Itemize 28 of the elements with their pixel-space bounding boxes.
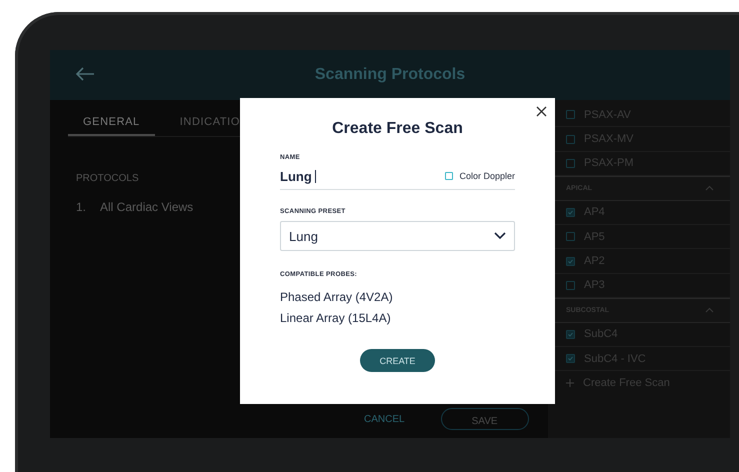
cancel-button[interactable]: CANCEL — [358, 412, 411, 426]
probe-name: Linear Array (15L4A) — [280, 311, 392, 325]
chevron-down-icon — [494, 232, 506, 240]
create-button[interactable]: CREATE — [360, 349, 435, 372]
section-heading: PROTOCOLS — [76, 173, 139, 184]
protocol-item[interactable]: All Cardiac Views — [100, 200, 194, 214]
color-doppler-checkbox[interactable]: Color Doppler — [445, 171, 515, 181]
tab[interactable]: GENERAL — [68, 114, 155, 136]
checkbox[interactable] — [566, 158, 575, 168]
checkbox[interactable] — [566, 354, 575, 364]
page-title: Scanning Protocols — [314, 66, 466, 84]
preset-dropdown[interactable]: Lung — [280, 221, 515, 251]
close-icon[interactable] — [536, 106, 547, 117]
checkbox[interactable] — [566, 232, 575, 242]
back-arrow-icon[interactable] — [75, 67, 95, 81]
checkbox[interactable] — [566, 256, 575, 266]
list-number: 1. — [76, 200, 86, 214]
tab[interactable]: INDICATIO — [164, 114, 255, 136]
dialog-title: Create Free Scan — [331, 120, 464, 138]
name-field[interactable]: Lung — [280, 168, 316, 184]
checkbox[interactable] — [566, 134, 575, 144]
checkbox[interactable] — [566, 208, 575, 217]
checkbox[interactable] — [566, 330, 575, 339]
save-button[interactable]: SAVE — [440, 408, 529, 430]
plus-icon — [566, 379, 574, 388]
probe-name: Phased Array (4V2A) — [280, 290, 394, 304]
checkbox[interactable] — [566, 280, 575, 290]
checkbox[interactable] — [566, 110, 575, 120]
